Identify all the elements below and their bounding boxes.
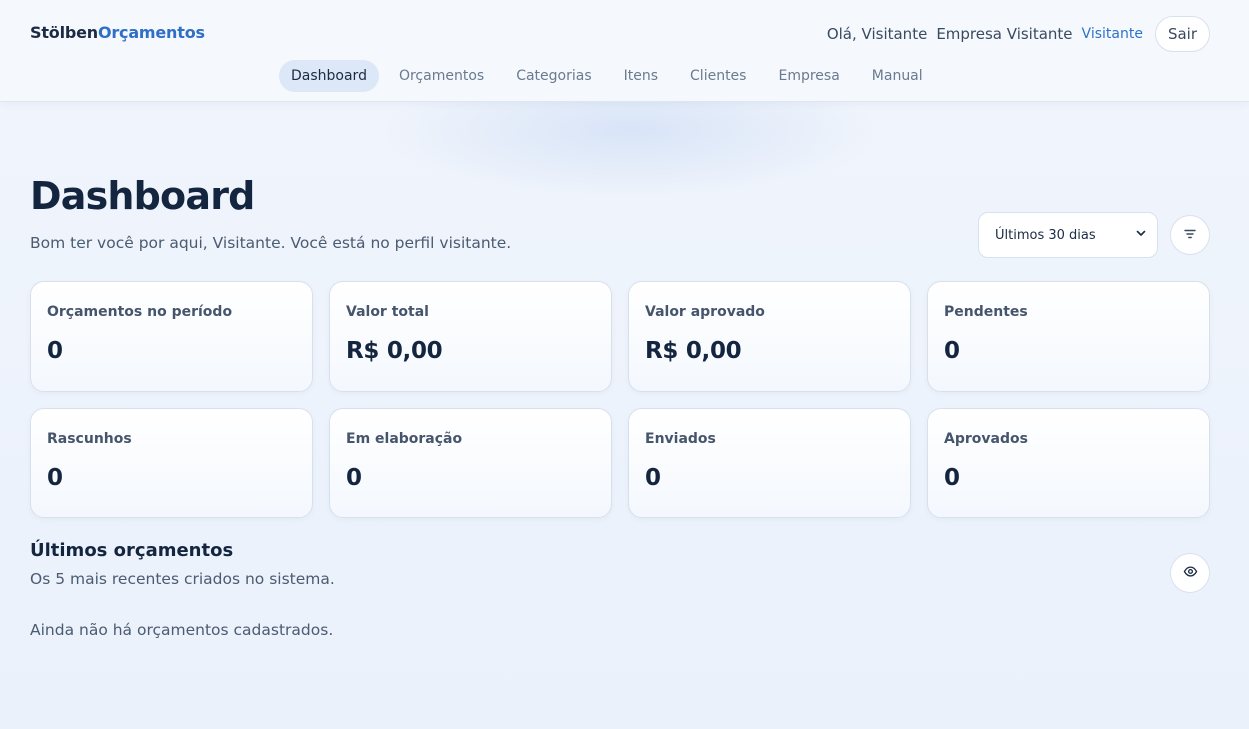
stat-card-pendentes: Pendentes 0 <box>927 281 1210 392</box>
filter-icon <box>1183 226 1197 245</box>
stat-card-aprovados: Aprovados 0 <box>927 408 1210 518</box>
tab-itens[interactable]: Itens <box>612 60 670 92</box>
stat-card-em-elaboracao: Em elaboração 0 <box>329 408 612 518</box>
tab-empresa[interactable]: Empresa <box>766 60 851 92</box>
stat-card-valor-aprovado: Valor aprovado R$ 0,00 <box>628 281 911 392</box>
stat-label: Valor aprovado <box>645 304 765 320</box>
period-select[interactable]: Últimos 30 dias <box>978 212 1158 258</box>
tab-categorias[interactable]: Categorias <box>504 60 603 92</box>
stat-value: 0 <box>346 465 362 491</box>
tab-clientes[interactable]: Clientes <box>678 60 758 92</box>
tab-dashboard[interactable]: Dashboard <box>279 60 379 92</box>
empty-state-message: Ainda não há orçamentos cadastrados. <box>30 621 334 639</box>
stat-card-rascunhos: Rascunhos 0 <box>30 408 313 518</box>
filter-button[interactable] <box>1170 215 1210 255</box>
user-role: Visitante <box>1081 26 1143 42</box>
period-select-value: Últimos 30 dias <box>995 227 1096 243</box>
stat-label: Valor total <box>346 304 429 320</box>
stat-value: 0 <box>645 465 661 491</box>
stat-card-valor-total: Valor total R$ 0,00 <box>329 281 612 392</box>
recent-section-title: Últimos orçamentos <box>30 540 234 561</box>
brand-name-part1: Stölben <box>30 23 98 42</box>
stat-value: 0 <box>944 465 960 491</box>
page-subtitle: Bom ter você por aqui, Visitante. Você e… <box>30 234 512 252</box>
brand-logo[interactable]: StölbenOrçamentos <box>30 23 205 42</box>
view-all-button[interactable] <box>1170 553 1210 593</box>
main-nav: Dashboard Orçamentos Categorias Itens Cl… <box>279 60 935 92</box>
logout-button[interactable]: Sair <box>1154 16 1210 52</box>
stat-value: R$ 0,00 <box>645 338 742 364</box>
stat-label: Orçamentos no período <box>47 304 233 320</box>
stat-label: Em elaboração <box>346 431 463 447</box>
user-area: Olá, Visitante Empresa Visitante Visitan… <box>827 16 1210 52</box>
stat-value: 0 <box>47 338 63 364</box>
stat-card-orcamentos-periodo: Orçamentos no período 0 <box>30 281 313 392</box>
page-title: Dashboard <box>30 174 255 218</box>
stat-card-enviados: Enviados 0 <box>628 408 911 518</box>
tab-orcamentos[interactable]: Orçamentos <box>387 60 496 92</box>
stat-value: 0 <box>47 465 63 491</box>
stat-value: 0 <box>944 338 960 364</box>
user-company: Empresa Visitante <box>936 25 1073 43</box>
recent-section-subtitle: Os 5 mais recentes criados no sistema. <box>30 570 335 588</box>
eye-icon <box>1183 564 1198 583</box>
brand-name-part2: Orçamentos <box>97 23 205 42</box>
stat-value: R$ 0,00 <box>346 338 443 364</box>
tab-manual[interactable]: Manual <box>860 60 935 92</box>
stat-label: Rascunhos <box>47 431 132 447</box>
stat-label: Enviados <box>645 431 716 447</box>
stat-label: Pendentes <box>944 304 1028 320</box>
stat-label: Aprovados <box>944 431 1028 447</box>
chevron-down-icon <box>1135 227 1147 243</box>
top-header: StölbenOrçamentos Olá, Visitante Empresa… <box>0 0 1249 102</box>
user-greeting: Olá, Visitante <box>826 25 928 43</box>
